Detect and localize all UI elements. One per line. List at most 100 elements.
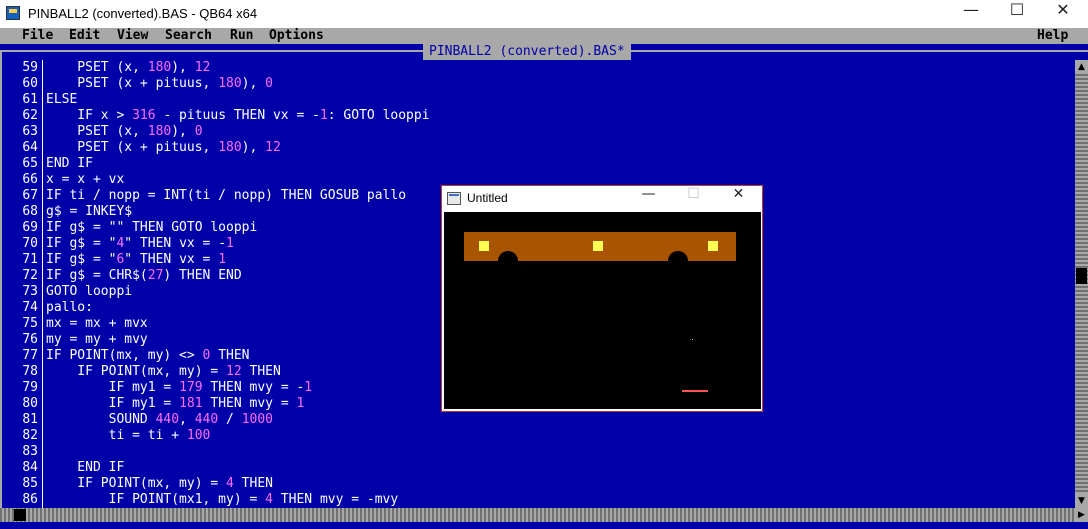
game-canvas[interactable] bbox=[444, 212, 761, 409]
code-text[interactable]: IF POINT(mx, my) = 4 THEN bbox=[46, 476, 273, 492]
document-title: PINBALL2 (converted).BAS* bbox=[423, 44, 631, 60]
code-text[interactable]: IF POINT(mx, my) = 12 THEN bbox=[46, 364, 281, 380]
code-text[interactable]: IF POINT(mx, my) <> 0 THEN bbox=[46, 348, 250, 364]
code-text[interactable]: IF g$ = "6" THEN vx = 1 bbox=[46, 252, 226, 268]
line-number-separator bbox=[42, 172, 43, 188]
line-number: 60 bbox=[22, 76, 38, 91]
code-text[interactable]: IF g$ = "4" THEN vx = -1 bbox=[46, 236, 234, 252]
code-text[interactable]: SOUND 440, 440 / 1000 bbox=[46, 412, 273, 428]
line-number: 70 bbox=[22, 236, 38, 251]
line-number: 84 bbox=[22, 460, 38, 475]
code-text[interactable]: pallo: bbox=[46, 300, 93, 316]
code-text[interactable]: IF g$ = CHR$(27) THEN END bbox=[46, 268, 242, 284]
window-titlebar: PINBALL2 (converted).BAS - QB64 x64 — ☐ … bbox=[0, 0, 1088, 28]
line-number: 66 bbox=[22, 172, 38, 187]
code-text[interactable]: IF x > 316 - pituus THEN vx = -1: GOTO l… bbox=[46, 108, 429, 124]
menu-edit[interactable]: Edit bbox=[69, 28, 100, 44]
line-number-separator bbox=[42, 396, 43, 412]
scroll-down-arrow-icon[interactable]: ▼ bbox=[1075, 494, 1088, 508]
line-number-separator bbox=[42, 444, 43, 460]
maximize-button[interactable]: ☐ bbox=[994, 0, 1040, 28]
minimize-button[interactable]: — bbox=[948, 0, 994, 28]
menu-run[interactable]: Run bbox=[230, 28, 253, 44]
line-number-separator bbox=[42, 316, 43, 332]
output-maximize-button: ☐ bbox=[687, 186, 700, 202]
output-minimize-button[interactable]: — bbox=[626, 186, 671, 212]
code-text[interactable]: PSET (x + pituus, 180), 12 bbox=[46, 140, 281, 156]
code-text[interactable]: PSET (x, 180), 0 bbox=[46, 124, 202, 140]
line-number: 77 bbox=[22, 348, 38, 363]
line-number-separator bbox=[42, 140, 43, 156]
code-text[interactable]: IF g$ = "" THEN GOTO looppi bbox=[46, 220, 257, 236]
line-number: 80 bbox=[22, 396, 38, 411]
line-number-separator bbox=[42, 428, 43, 444]
line-number-separator bbox=[42, 60, 43, 76]
ball bbox=[692, 339, 693, 340]
code-text[interactable]: g$ = INKEY$ bbox=[46, 204, 132, 220]
code-text[interactable]: mx = mx + mvx bbox=[46, 316, 148, 332]
paddle bbox=[682, 390, 708, 392]
window-icon bbox=[447, 192, 461, 205]
line-number: 72 bbox=[22, 268, 38, 283]
code-text[interactable]: my = my + mvy bbox=[46, 332, 148, 348]
line-number: 76 bbox=[22, 332, 38, 347]
menu-options[interactable]: Options bbox=[269, 28, 324, 44]
line-number: 73 bbox=[22, 284, 38, 299]
line-number-separator bbox=[42, 220, 43, 236]
output-window[interactable]: Untitled — ☐ ✕ bbox=[441, 185, 763, 412]
line-number: 71 bbox=[22, 252, 38, 267]
game-graphics bbox=[464, 232, 736, 392]
code-text[interactable]: IF my1 = 181 THEN mvy = 1 bbox=[46, 396, 305, 412]
line-number-separator bbox=[42, 332, 43, 348]
output-window-title: Untitled bbox=[467, 191, 508, 205]
line-number: 64 bbox=[22, 140, 38, 155]
menu-bar: File Edit View Search Run Options Help bbox=[0, 28, 1088, 44]
vertical-scroll-thumb[interactable] bbox=[1076, 268, 1087, 284]
code-text[interactable]: IF ti / nopp = INT(ti / nopp) THEN GOSUB… bbox=[46, 188, 406, 204]
line-number-separator bbox=[42, 284, 43, 300]
output-close-button[interactable]: ✕ bbox=[716, 186, 761, 212]
target-light-1 bbox=[479, 241, 489, 251]
menu-search[interactable]: Search bbox=[165, 28, 212, 44]
bumper-hole-left bbox=[498, 251, 518, 271]
code-text[interactable]: END IF bbox=[46, 460, 124, 476]
code-text[interactable]: PSET (x + pituus, 180), 0 bbox=[46, 76, 273, 92]
qb64-app-icon bbox=[6, 6, 20, 20]
line-number-separator bbox=[42, 492, 43, 508]
horizontal-scrollbar[interactable]: ▶ bbox=[0, 508, 1088, 522]
code-text[interactable]: PSET (x, 180), 12 bbox=[46, 60, 210, 76]
line-number: 63 bbox=[22, 124, 38, 139]
line-number: 83 bbox=[22, 444, 38, 459]
close-button[interactable]: ✕ bbox=[1040, 0, 1086, 28]
code-text[interactable]: IF POINT(mx1, my) = 4 THEN mvy = -mvy bbox=[46, 492, 399, 508]
line-number: 81 bbox=[22, 412, 38, 427]
code-text[interactable]: ELSE bbox=[46, 92, 77, 108]
menu-view[interactable]: View bbox=[117, 28, 148, 44]
vertical-scrollbar[interactable]: ▲ ▼ bbox=[1075, 60, 1088, 508]
code-text[interactable]: END IF bbox=[46, 156, 93, 172]
code-text[interactable]: x = x + vx bbox=[46, 172, 124, 188]
code-text[interactable]: IF my1 = 179 THEN mvy = -1 bbox=[46, 380, 313, 396]
line-number: 59 bbox=[22, 60, 38, 75]
line-number: 69 bbox=[22, 220, 38, 235]
code-text[interactable]: ti = ti + 100 bbox=[46, 428, 211, 444]
line-number-separator bbox=[42, 380, 43, 396]
menu-help[interactable]: Help bbox=[1037, 28, 1068, 44]
scroll-right-arrow-icon[interactable]: ▶ bbox=[1075, 508, 1088, 522]
line-number: 78 bbox=[22, 364, 38, 379]
horizontal-scroll-thumb[interactable] bbox=[14, 509, 26, 521]
line-number-separator bbox=[42, 156, 43, 172]
line-number-separator bbox=[42, 124, 43, 140]
line-number: 67 bbox=[22, 188, 38, 203]
line-number: 62 bbox=[22, 108, 38, 123]
line-number-separator bbox=[42, 476, 43, 492]
menu-file[interactable]: File bbox=[22, 28, 53, 44]
output-window-titlebar[interactable]: Untitled — ☐ ✕ bbox=[442, 186, 762, 212]
scroll-up-arrow-icon[interactable]: ▲ bbox=[1075, 60, 1088, 74]
line-number-separator bbox=[42, 348, 43, 364]
line-number-separator bbox=[42, 412, 43, 428]
bumper-hole-right bbox=[668, 251, 688, 271]
target-light-3 bbox=[708, 241, 718, 251]
code-text[interactable]: GOTO looppi bbox=[46, 284, 132, 300]
line-number-separator bbox=[42, 268, 43, 284]
